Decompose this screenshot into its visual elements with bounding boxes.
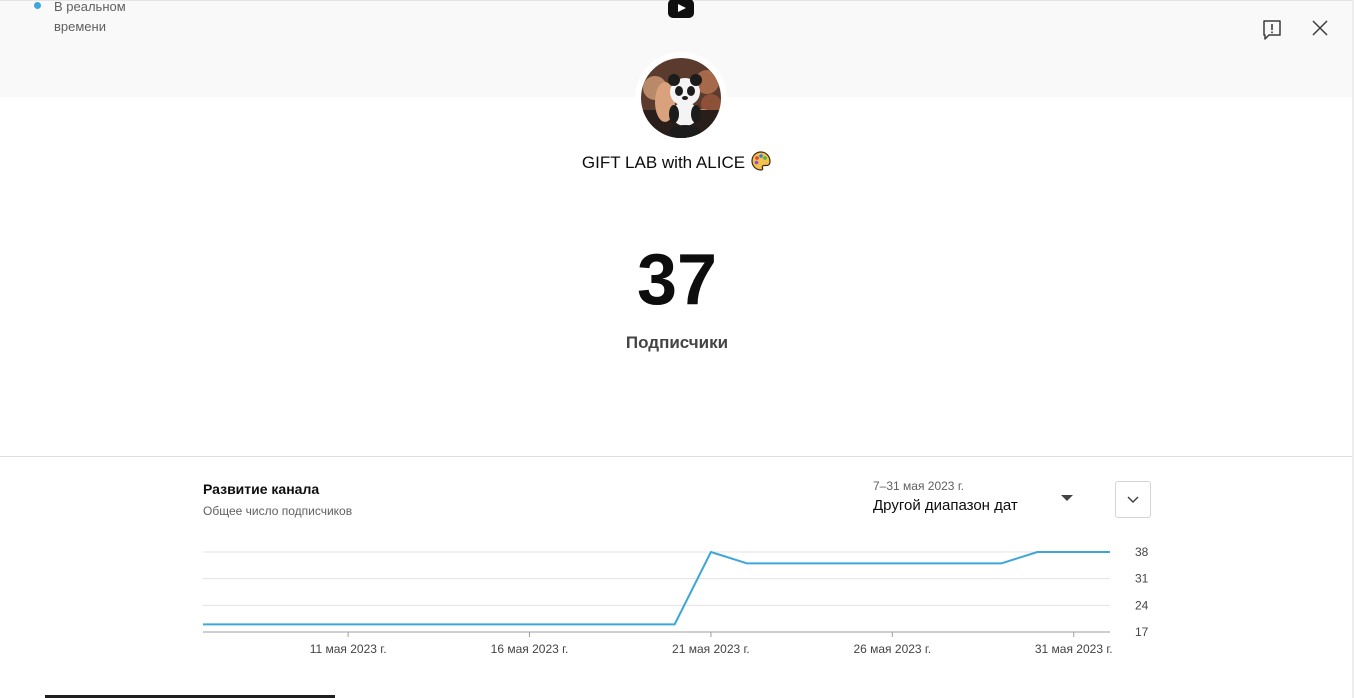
close-button[interactable]: [1306, 14, 1334, 42]
y-tick-label: 17: [1135, 625, 1149, 639]
channel-avatar[interactable]: [641, 58, 721, 138]
x-tick-label: 11 мая 2023 г.: [310, 642, 387, 656]
date-range-dropdown[interactable]: Другой диапазон дат: [873, 495, 1078, 518]
youtube-logo-icon: [668, 0, 694, 18]
date-range-value: Другой диапазон дат: [873, 497, 1018, 514]
avatar-image: [641, 58, 721, 138]
y-tick-label: 24: [1135, 598, 1149, 612]
growth-card-title: Развитие канала: [203, 481, 320, 497]
channel-name: GIFT LAB with ALICE: [0, 150, 1354, 178]
x-tick-label: 26 мая 2023 г.: [853, 642, 931, 656]
x-tick-label: 21 мая 2023 г.: [672, 642, 750, 656]
live-label: В реальном времени: [54, 0, 126, 34]
subscriber-series-line: [203, 551, 1110, 626]
close-icon: [1312, 20, 1328, 36]
caret-down-icon: [1061, 495, 1073, 501]
channel-name-text: GIFT LAB with ALICE: [581, 153, 746, 172]
expand-chart-button[interactable]: [1115, 481, 1151, 518]
growth-card-subtitle: Общее число подписчиков: [203, 504, 353, 518]
subscriber-label: Подписчики: [625, 333, 729, 352]
x-tick-label: 31 мая 2023 г.: [1035, 642, 1113, 656]
y-tick-label: 31: [1135, 572, 1149, 586]
feedback-icon: [1263, 20, 1281, 40]
y-tick-label: 38: [1135, 545, 1149, 559]
analytics-realtime-page: В реальном времени GIFT LAB with ALICE 3…: [0, 0, 1354, 698]
feedback-button[interactable]: [1258, 16, 1286, 44]
live-indicator-dot: [34, 2, 41, 9]
date-range-caption: 7–31 мая 2023 г.: [873, 479, 965, 493]
subscriber-growth-chart: 38 31 24 17 11 мая 2023 г. 16 мая 2023 г. 21 м…: [203, 545, 1149, 656]
artist-palette-icon: [750, 150, 772, 178]
subscriber-count: 37: [636, 240, 718, 320]
section-divider: [0, 456, 1352, 457]
x-tick-label: 16 мая 2023 г.: [491, 642, 569, 656]
chevron-down-icon: [1127, 496, 1139, 503]
